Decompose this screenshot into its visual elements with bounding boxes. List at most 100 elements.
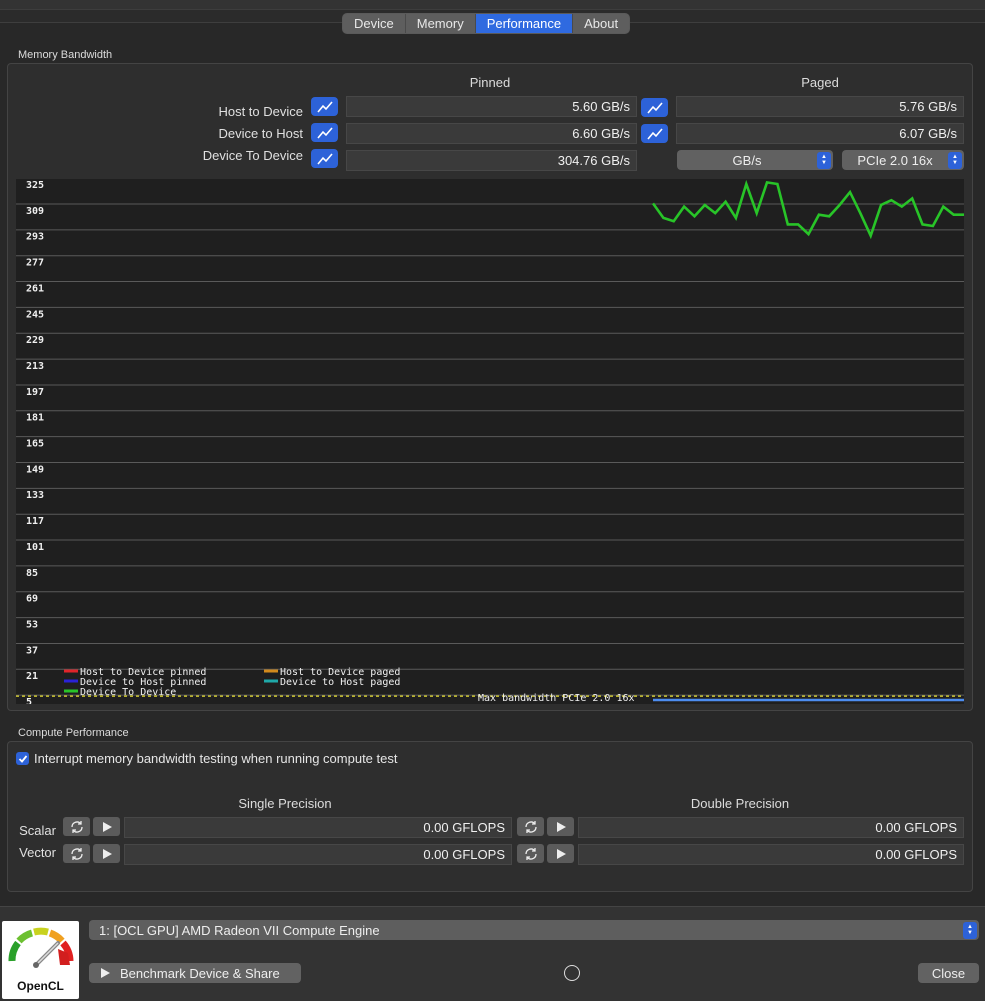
- y-tick-label: 37: [26, 645, 38, 656]
- chevron-updown-icon: ▲ ▼: [948, 151, 962, 169]
- device-to-host-pinned-graph-button[interactable]: [311, 123, 338, 142]
- scalar-single-loop-button[interactable]: [63, 817, 90, 836]
- play-icon: [102, 848, 112, 859]
- line-graph-icon: [646, 101, 663, 114]
- double-precision-header: Double Precision: [690, 796, 790, 811]
- y-tick-label: 69: [26, 594, 38, 605]
- bandwidth-chart-svg: 325 309 293 277 261 245 229 213 197 181 165 149 133 1…: [16, 179, 964, 704]
- y-tick-label: 165: [26, 439, 44, 450]
- refresh-icon: [70, 847, 83, 860]
- device-to-host-pinned-value: 6.60 GB/s: [346, 123, 637, 144]
- legend-entry: Device to Host paged: [280, 677, 400, 688]
- tab-bar: Device Memory Performance About: [342, 13, 631, 34]
- max-bandwidth-label: Max bandwidth PCIe 2.0 16x: [478, 693, 635, 704]
- play-icon: [556, 821, 566, 832]
- y-tick-label: 261: [26, 283, 44, 294]
- play-icon: [102, 821, 112, 832]
- vector-label: Vector: [19, 845, 56, 860]
- y-tick-label: 85: [26, 568, 38, 579]
- y-tick-label: 325: [26, 180, 44, 191]
- play-icon: [556, 848, 566, 859]
- scalar-label: Scalar: [19, 823, 56, 838]
- opencl-logo-text: OpenCL: [17, 979, 64, 993]
- y-tick-label: 5: [26, 697, 32, 704]
- host-to-device-label: Host to Device: [218, 104, 303, 119]
- refresh-icon: [524, 820, 537, 833]
- pinned-column-header: Pinned: [469, 75, 511, 90]
- y-tick-label: 181: [26, 413, 44, 424]
- tab-memory[interactable]: Memory: [406, 14, 476, 33]
- device-to-device-label: Device To Device: [202, 148, 303, 163]
- vector-single-value: 0.00 GFLOPS: [124, 844, 512, 865]
- unit-popup-value: GB/s: [732, 152, 762, 168]
- y-tick-label: 197: [26, 387, 44, 398]
- vector-double-loop-button[interactable]: [517, 844, 544, 863]
- y-tick-label: 117: [26, 516, 44, 527]
- y-tick-label: 245: [26, 309, 44, 320]
- bus-popup-value: PCIe 2.0 16x: [857, 152, 933, 168]
- tab-device[interactable]: Device: [343, 14, 406, 33]
- host-to-device-pinned-graph-button[interactable]: [311, 97, 338, 116]
- single-precision-header: Single Precision: [238, 796, 332, 811]
- refresh-icon: [70, 820, 83, 833]
- scalar-double-value: 0.00 GFLOPS: [578, 817, 964, 838]
- device-to-host-paged-value: 6.07 GB/s: [676, 123, 964, 144]
- scalar-single-play-button[interactable]: [93, 817, 120, 836]
- interrupt-checkbox[interactable]: [16, 752, 29, 765]
- device-select-value: 1: [OCL GPU] AMD Radeon VII Compute Engi…: [99, 922, 380, 938]
- line-graph-icon: [646, 127, 663, 140]
- vector-single-loop-button[interactable]: [63, 844, 90, 863]
- opencl-logo: OpenCL: [2, 921, 79, 999]
- title-bar: [0, 0, 985, 10]
- y-tick-label: 21: [26, 671, 38, 682]
- interrupt-checkbox-row[interactable]: Interrupt memory bandwidth testing when …: [16, 751, 397, 766]
- progress-spinner-icon: [564, 965, 580, 981]
- bandwidth-chart: 325 309 293 277 261 245 229 213 197 181 165 149 133 1…: [16, 179, 964, 704]
- benchmark-share-button[interactable]: Benchmark Device & Share: [89, 963, 301, 983]
- chevron-updown-icon: ▲ ▼: [817, 151, 831, 169]
- line-graph-icon: [316, 100, 333, 113]
- host-to-device-paged-graph-button[interactable]: [641, 98, 668, 117]
- host-to-device-pinned-value: 5.60 GB/s: [346, 96, 637, 117]
- checkmark-icon: [18, 754, 27, 763]
- scalar-single-value: 0.00 GFLOPS: [124, 817, 512, 838]
- legend-entry: Device To Device: [80, 687, 176, 698]
- y-tick-label: 133: [26, 490, 44, 501]
- scalar-double-loop-button[interactable]: [517, 817, 544, 836]
- benchmark-share-label: Benchmark Device & Share: [120, 965, 280, 981]
- tab-about[interactable]: About: [573, 14, 629, 33]
- y-tick-label: 149: [26, 464, 44, 475]
- y-tick-label: 53: [26, 619, 38, 630]
- y-tick-label: 213: [26, 361, 44, 372]
- device-to-device-graph-button[interactable]: [311, 149, 338, 168]
- unit-popup[interactable]: GB/s ▲ ▼: [677, 150, 833, 170]
- line-graph-icon: [316, 126, 333, 139]
- vector-double-play-button[interactable]: [547, 844, 574, 863]
- host-to-device-paged-value: 5.76 GB/s: [676, 96, 964, 117]
- chevron-updown-icon: ▲ ▼: [963, 921, 977, 939]
- bus-popup[interactable]: PCIe 2.0 16x ▲ ▼: [842, 150, 964, 170]
- y-tick-label: 229: [26, 335, 44, 346]
- scalar-double-play-button[interactable]: [547, 817, 574, 836]
- y-tick-label: 293: [26, 232, 44, 243]
- series-line-device-to-device: [651, 179, 964, 240]
- y-tick-label: 277: [26, 258, 44, 269]
- device-to-device-value: 304.76 GB/s: [346, 150, 637, 171]
- device-to-host-paged-graph-button[interactable]: [641, 124, 668, 143]
- paged-column-header: Paged: [801, 75, 839, 90]
- device-to-host-label: Device to Host: [218, 126, 303, 141]
- compute-performance-label: Compute Performance: [18, 727, 129, 739]
- speedometer-icon: [8, 927, 74, 968]
- close-button[interactable]: Close: [918, 963, 979, 983]
- play-icon: [101, 968, 110, 978]
- refresh-icon: [524, 847, 537, 860]
- tab-performance[interactable]: Performance: [475, 14, 574, 33]
- line-graph-icon: [316, 152, 333, 165]
- vector-double-value: 0.00 GFLOPS: [578, 844, 964, 865]
- interrupt-checkbox-label: Interrupt memory bandwidth testing when …: [34, 751, 398, 766]
- y-tick-label: 101: [26, 542, 44, 553]
- device-select-popup[interactable]: 1: [OCL GPU] AMD Radeon VII Compute Engi…: [89, 920, 979, 940]
- memory-bandwidth-label: Memory Bandwidth: [18, 49, 113, 61]
- vector-single-play-button[interactable]: [93, 844, 120, 863]
- y-tick-label: 309: [26, 206, 44, 217]
